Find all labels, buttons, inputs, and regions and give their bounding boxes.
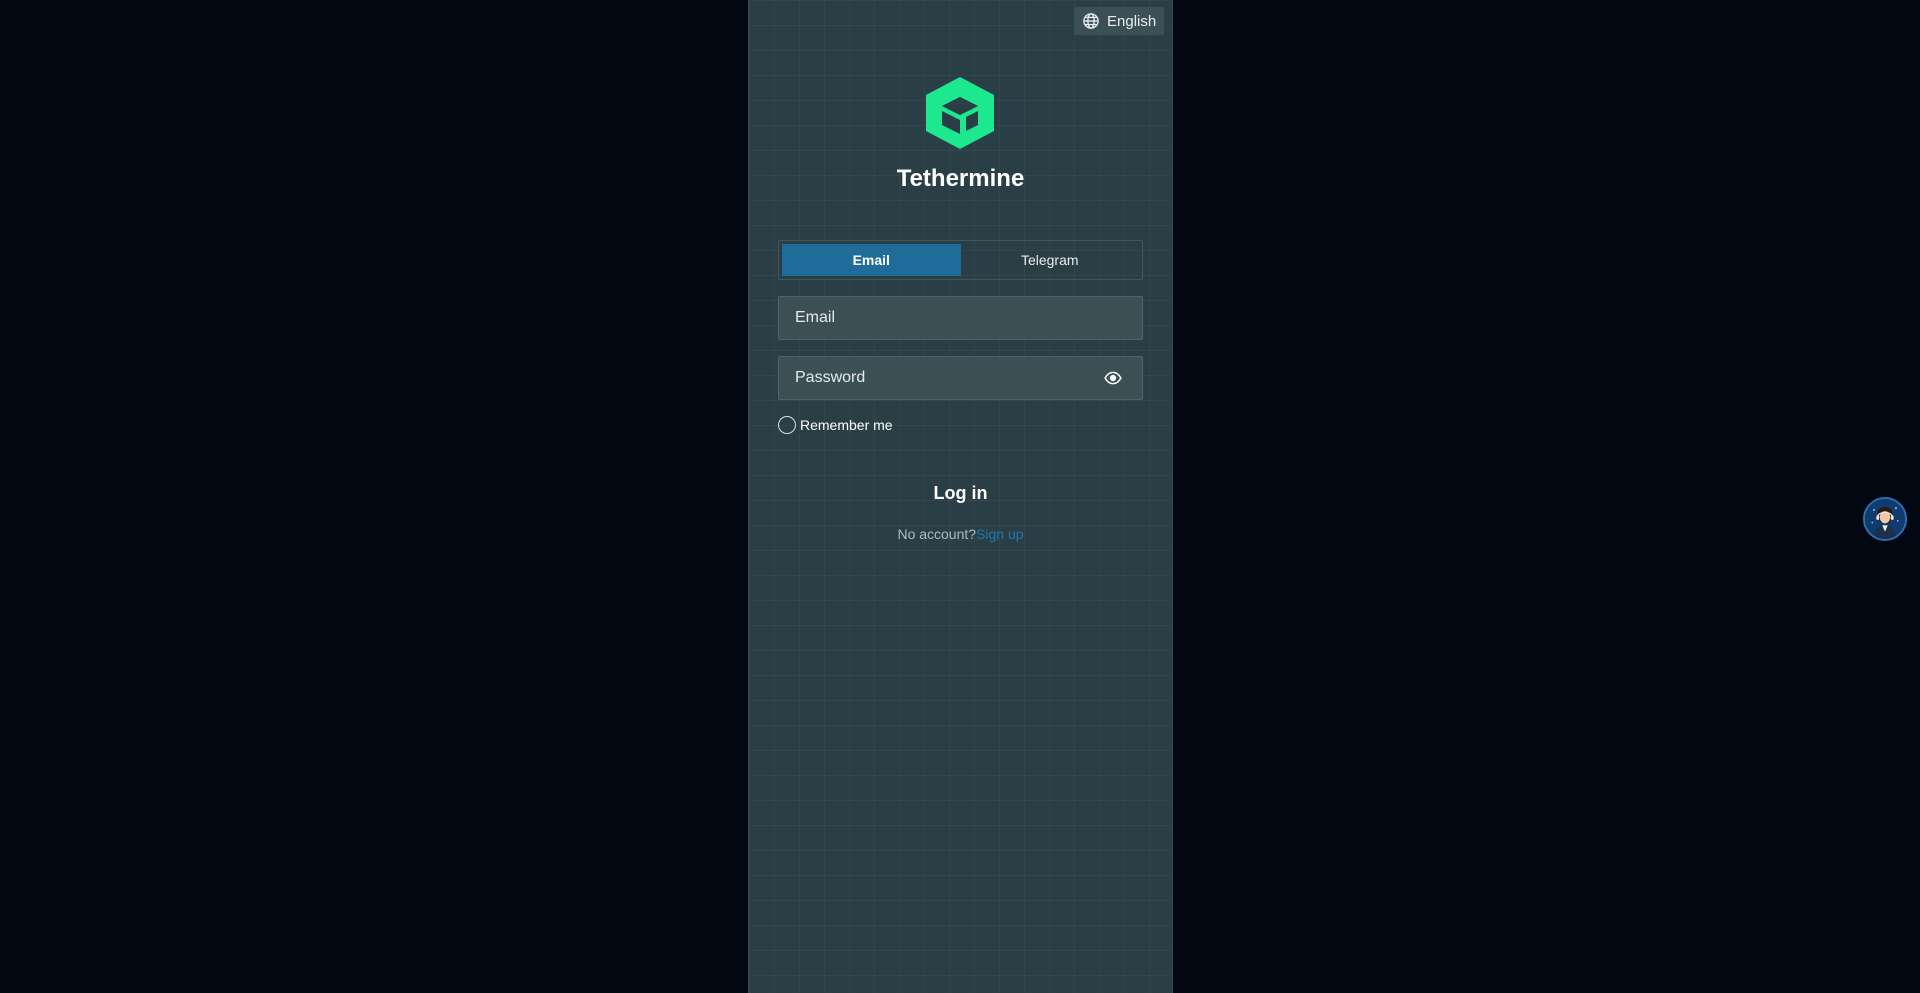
language-selector[interactable]: English bbox=[1074, 7, 1165, 35]
brand-name: Tethermine bbox=[896, 165, 1025, 192]
eye-icon[interactable] bbox=[1104, 369, 1122, 387]
login-button[interactable]: Log in bbox=[778, 476, 1143, 510]
no-account-text: No account? bbox=[897, 526, 977, 542]
language-label: English bbox=[1107, 12, 1157, 30]
signup-row: No account?Sign up bbox=[749, 526, 1172, 542]
remember-me-toggle[interactable]: Remember me bbox=[778, 416, 893, 434]
email-input[interactable] bbox=[779, 297, 1142, 339]
cube-logo-icon bbox=[926, 77, 994, 149]
tab-email[interactable]: Email bbox=[782, 244, 961, 276]
email-field-wrapper bbox=[778, 296, 1143, 340]
password-field-wrapper bbox=[778, 356, 1143, 400]
login-method-tabs: Email Telegram bbox=[778, 240, 1143, 280]
remember-me-radio[interactable] bbox=[778, 416, 796, 434]
globe-icon bbox=[1083, 13, 1099, 29]
signup-link[interactable]: Sign up bbox=[976, 526, 1023, 542]
support-agent-icon bbox=[1865, 499, 1905, 539]
tab-telegram[interactable]: Telegram bbox=[961, 244, 1140, 276]
support-agent-avatar[interactable] bbox=[1863, 497, 1907, 541]
password-input[interactable] bbox=[779, 357, 1104, 399]
remember-me-label: Remember me bbox=[800, 417, 893, 433]
login-panel: English Tethermine Email Telegram Rememb… bbox=[748, 0, 1173, 993]
